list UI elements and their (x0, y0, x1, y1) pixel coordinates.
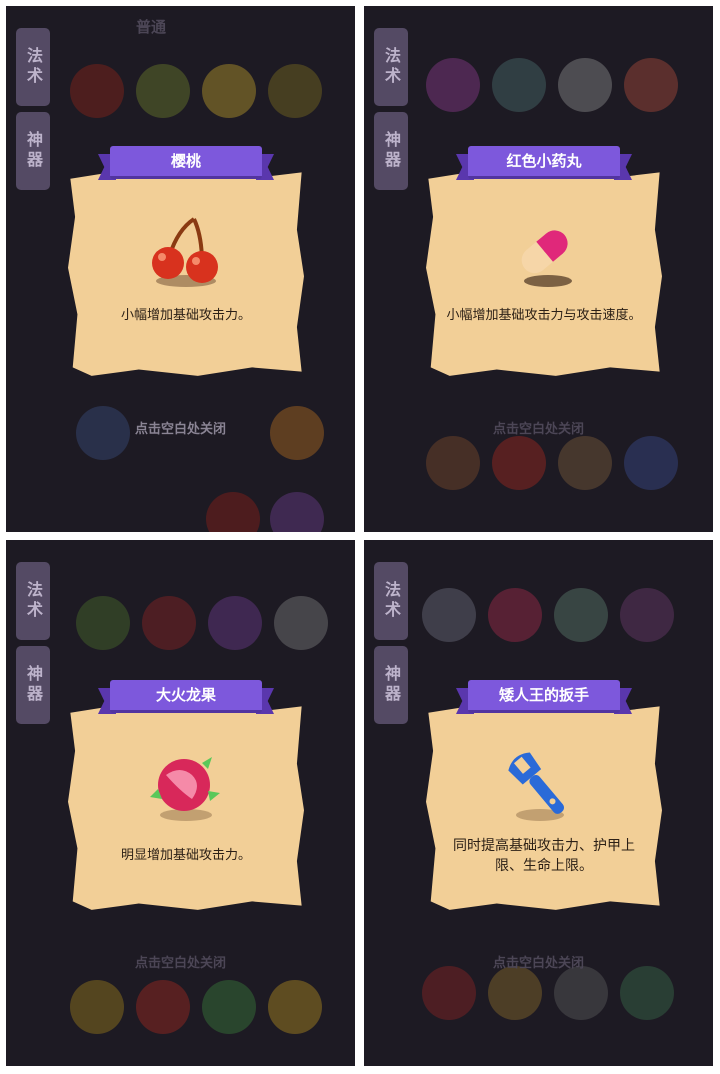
close-hint[interactable]: 点击空白处关闭 (6, 418, 355, 437)
item-title: 樱桃 (170, 152, 201, 170)
tab-artifacts[interactable]: 神器 (16, 646, 50, 724)
title-ribbon: 红色小药丸 (456, 142, 632, 184)
close-hint[interactable]: 点击空白处关闭 (364, 952, 713, 971)
close-hint[interactable]: 点击空白处关闭 (6, 952, 355, 971)
item-icon (624, 58, 678, 112)
item-icon (558, 436, 612, 490)
item-description: 小幅增加基础攻击力。 (120, 308, 251, 323)
item-icon (142, 596, 196, 650)
item-icon (136, 980, 190, 1034)
item-description: 同时提高基础攻击力、护甲上限、生命上限。 (453, 838, 635, 874)
item-title: 红色小药丸 (506, 152, 582, 170)
item-title: 矮人王的扳手 (498, 686, 589, 704)
item-icon (620, 588, 674, 642)
panel-red-pill[interactable]: 法术 神器 红色小药丸 小幅增加基础攻击力与攻击速度。 点击空白处关闭 (364, 6, 713, 532)
item-icon (422, 966, 476, 1020)
item-icon (202, 980, 256, 1034)
item-icon (488, 588, 542, 642)
fruit-icon (136, 64, 190, 118)
title-ribbon: 樱桃 (98, 142, 274, 184)
item-icon (208, 596, 262, 650)
item-icon (70, 980, 124, 1034)
item-icon (426, 436, 480, 490)
item-description: 小幅增加基础攻击力与攻击速度。 (446, 308, 642, 323)
item-icon (554, 966, 608, 1020)
tab-artifacts[interactable]: 神器 (374, 646, 408, 724)
item-icon (268, 980, 322, 1034)
section-label: 普通 (136, 18, 167, 36)
panel-dragon-fruit[interactable]: 法术 神器 大火龙果 明显增加基础攻击力。 点击空白处关闭 (6, 540, 355, 1066)
item-icon (274, 596, 328, 650)
tab-spells[interactable]: 法术 (374, 562, 408, 640)
wrench-icon (504, 745, 584, 825)
tab-spells[interactable]: 法术 (374, 28, 408, 106)
pill-icon (504, 211, 584, 291)
title-ribbon: 大火龙果 (98, 676, 274, 718)
item-icon (422, 588, 476, 642)
fruit-icon (268, 64, 322, 118)
fruit-icon (70, 64, 124, 118)
item-icon (206, 492, 260, 532)
title-ribbon: 矮人王的扳手 (456, 676, 632, 718)
tab-spells[interactable]: 法术 (16, 28, 50, 106)
tab-spells[interactable]: 法术 (16, 562, 50, 640)
item-icon (558, 58, 612, 112)
panel-cherry[interactable]: 法术 神器 普通 樱桃 小幅增加基础攻击力。 点击空白处关闭 (6, 6, 355, 532)
tab-artifacts[interactable]: 神器 (374, 112, 408, 190)
close-hint[interactable]: 点击空白处关闭 (364, 418, 713, 437)
item-icon (492, 58, 546, 112)
item-icon (270, 492, 324, 532)
item-title: 大火龙果 (155, 686, 216, 704)
fruit-icon (202, 64, 256, 118)
item-icon (620, 966, 674, 1020)
item-icon (624, 436, 678, 490)
dragon-fruit-icon (146, 745, 226, 825)
item-description: 明显增加基础攻击力。 (120, 848, 251, 863)
item-icon (426, 58, 480, 112)
cherry-icon (146, 211, 226, 291)
item-icon (492, 436, 546, 490)
item-icon (488, 966, 542, 1020)
item-icon (554, 588, 608, 642)
panel-dwarf-king-wrench[interactable]: 法术 神器 矮人王的扳手 同时提高基础攻击力、护甲上限、生命上限。 点击空白处关… (364, 540, 713, 1066)
tab-artifacts[interactable]: 神器 (16, 112, 50, 190)
item-icon (76, 596, 130, 650)
